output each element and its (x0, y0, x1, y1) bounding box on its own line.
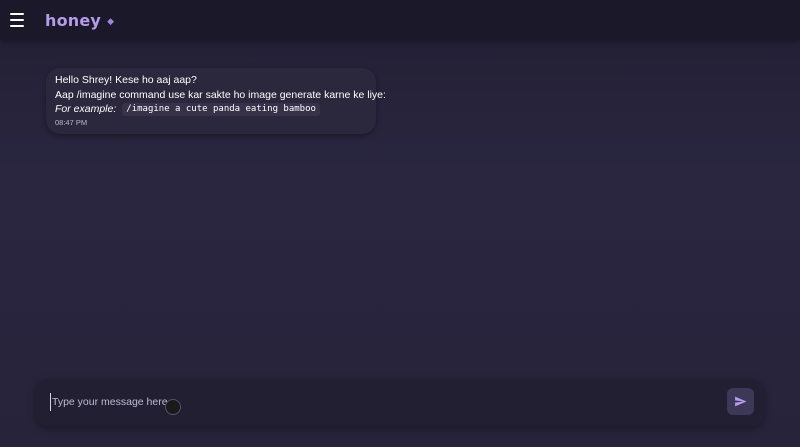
message-timestamp: 08:47 PM (55, 117, 88, 127)
example-label: For example: (55, 103, 117, 115)
hamburger-menu-icon[interactable] (10, 13, 28, 27)
bot-message-bubble: Hello Shrey! Kese ho aaj aap? Aap /imagi… (46, 68, 386, 134)
message-greeting: Hello Shrey! Kese ho aaj aap? (55, 74, 197, 86)
mouse-cursor-indicator (165, 399, 181, 415)
message-composer (36, 380, 763, 426)
brand-name: honey (45, 10, 102, 30)
menu-line (10, 19, 24, 21)
menu-line (10, 13, 24, 15)
brand: honey ◆ (45, 11, 114, 30)
message-input[interactable] (50, 393, 692, 411)
menu-line (10, 25, 24, 27)
message-example: For example: /imagine a cute panda eatin… (55, 102, 367, 117)
example-code: /imagine a cute panda eating bamboo (122, 102, 320, 116)
top-bar: honey ◆ (0, 0, 800, 40)
message-instruction: Aap /imagine command use kar sakte ho im… (55, 88, 386, 101)
diamond-icon: ◆ (107, 15, 114, 26)
send-button[interactable] (727, 388, 754, 415)
chat-app: honey ◆ Hello Shrey! Kese ho aaj aap? Aa… (0, 0, 800, 447)
send-icon (735, 396, 747, 407)
